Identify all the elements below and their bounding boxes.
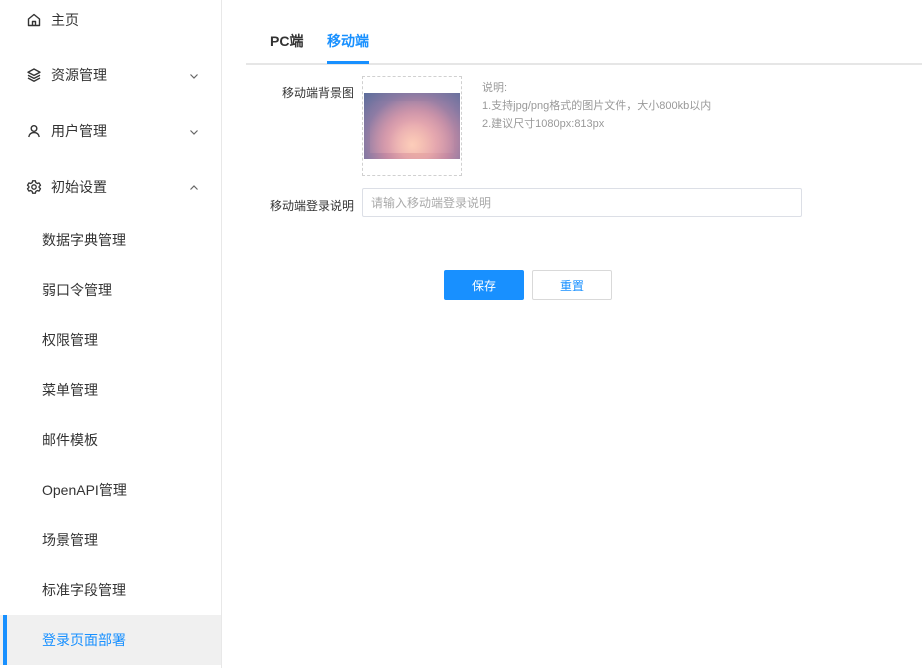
- sidebar-subitem-label: 弱口令管理: [42, 282, 112, 298]
- sidebar-subitem-openapi[interactable]: OpenAPI管理: [0, 465, 221, 515]
- home-icon: [26, 12, 42, 28]
- sidebar-subitem-permissions[interactable]: 权限管理: [0, 315, 221, 365]
- sidebar-subitem-label: 标准字段管理: [42, 582, 126, 598]
- sidebar-subitem-label: 权限管理: [42, 332, 98, 348]
- sidebar-item-users[interactable]: 用户管理: [0, 111, 221, 151]
- sidebar-item-label: 资源管理: [51, 67, 107, 83]
- hint-line-1: 1.支持jpg/png格式的图片文件，大小800kb以内: [482, 100, 712, 112]
- sidebar-item-label: 初始设置: [51, 179, 107, 195]
- sidebar-subitem-label: 菜单管理: [42, 382, 98, 398]
- sidebar-item-label: 主页: [51, 12, 79, 28]
- bg-image-upload[interactable]: [362, 76, 462, 176]
- hint-line-2: 2.建议尺寸1080px:813px: [482, 118, 605, 130]
- sidebar-subitem-login-page-deploy[interactable]: 登录页面部署: [0, 615, 221, 665]
- sidebar-subitem-data-dictionary[interactable]: 数据字典管理: [0, 215, 221, 265]
- bg-image-thumbnail: [364, 93, 460, 159]
- bg-image-label: 移动端背景图: [281, 86, 354, 100]
- sidebar-item-initial-settings[interactable]: 初始设置: [0, 167, 221, 207]
- sidebar-subitem-email-templates[interactable]: 邮件模板: [0, 415, 221, 465]
- reset-button[interactable]: 重置: [532, 270, 612, 300]
- sidebar-subitem-menus[interactable]: 菜单管理: [0, 365, 221, 415]
- sidebar-subitem-standard-fields[interactable]: 标准字段管理: [0, 565, 221, 615]
- login-desc-input[interactable]: [362, 188, 802, 217]
- sidebar-subitem-label: 邮件模板: [42, 432, 98, 448]
- chevron-up-icon: [188, 181, 200, 193]
- save-button[interactable]: 保存: [444, 270, 524, 300]
- tab-pc[interactable]: PC端: [270, 31, 303, 51]
- tab-active-indicator: [327, 61, 369, 64]
- sidebar-subitem-label: 场景管理: [42, 532, 98, 548]
- sidebar-item-resources[interactable]: 资源管理: [0, 55, 221, 95]
- sidebar: 主页 资源管理 用户管理 初始设置 数据字典管理 弱口令管理 权限管理 菜单管理…: [0, 0, 222, 668]
- sidebar-item-home[interactable]: 主页: [0, 0, 221, 40]
- user-icon: [26, 123, 42, 139]
- sidebar-item-label: 用户管理: [51, 123, 107, 139]
- sidebar-subitem-scenes[interactable]: 场景管理: [0, 515, 221, 565]
- layers-icon: [26, 67, 42, 83]
- tab-bar: PC端 移动端: [246, 0, 922, 65]
- sidebar-subitem-label: 登录页面部署: [42, 632, 126, 648]
- login-desc-label: 移动端登录说明: [269, 199, 354, 213]
- sidebar-subitem-label: OpenAPI管理: [42, 482, 127, 498]
- sidebar-subitem-weak-password[interactable]: 弱口令管理: [0, 265, 221, 315]
- gear-icon: [26, 179, 42, 195]
- chevron-down-icon: [188, 69, 200, 81]
- tab-mobile[interactable]: 移动端: [327, 31, 369, 51]
- hint-title: 说明:: [482, 82, 508, 94]
- sidebar-subitem-label: 数据字典管理: [42, 232, 126, 248]
- chevron-down-icon: [188, 125, 200, 137]
